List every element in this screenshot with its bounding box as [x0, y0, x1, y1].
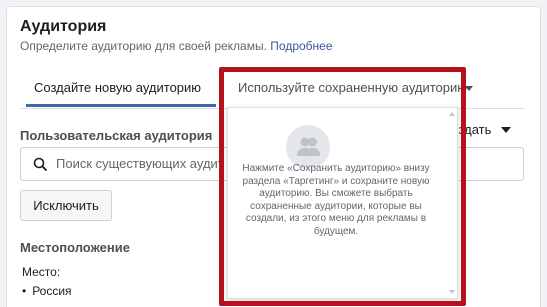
active-tab-indicator	[26, 104, 216, 107]
highlight-frame	[219, 67, 466, 306]
exclude-button[interactable]: Исключить	[20, 190, 112, 221]
search-icon	[33, 157, 47, 171]
tab-create-new-audience[interactable]: Создайте новую аудиторию	[34, 80, 201, 95]
learn-more-link[interactable]: Подробнее	[270, 39, 332, 53]
audience-search-input[interactable]	[56, 156, 236, 171]
chevron-down-icon[interactable]	[465, 86, 473, 91]
place-label: Место:	[22, 265, 61, 279]
section-subtitle: Определите аудиторию для своей рекламы. …	[20, 39, 333, 53]
custom-audience-label: Пользовательская аудитория	[20, 128, 213, 143]
location-item: • Россия	[22, 284, 72, 298]
location-item-text: Россия	[32, 284, 72, 298]
caret-down-icon[interactable]	[501, 127, 511, 133]
location-label: Местоположение	[20, 240, 130, 255]
subtitle-text: Определите аудиторию для своей рекламы.	[20, 39, 267, 53]
section-title: Аудитория	[20, 18, 107, 35]
